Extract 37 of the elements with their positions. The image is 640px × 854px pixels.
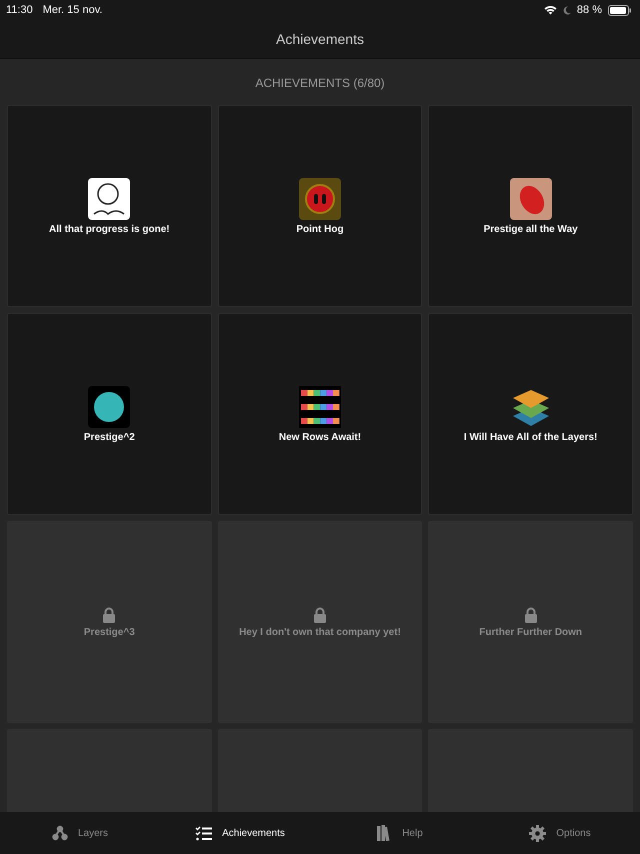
wifi-icon	[544, 5, 557, 15]
achievement-card[interactable]: New Rows Await!	[218, 313, 422, 515]
achievement-card[interactable]: All that progress is gone!	[7, 105, 212, 307]
achievement-title: I Will Have All of the Layers!	[464, 432, 598, 442]
moon-icon	[562, 6, 571, 14]
achievement-title: Prestige^2	[84, 432, 135, 442]
status-time: 11:30	[6, 4, 33, 16]
achievement-title: Prestige^3	[84, 626, 135, 638]
lock-icon	[524, 606, 538, 622]
battery-percent: 88 %	[576, 4, 602, 16]
checklist-icon	[195, 826, 212, 840]
lock-icon	[312, 606, 327, 622]
achievement-card[interactable]: Prestige all the Way	[428, 105, 633, 307]
achievement-card[interactable]: Further Further Down	[428, 521, 633, 723]
achievement-card[interactable]: I Will Have All of the Layers!	[428, 313, 633, 515]
settings-icon	[529, 824, 546, 842]
achievement-title: Prestige all the Way	[484, 224, 578, 234]
section-title: ACHIEVEMENTS (6/80)	[254, 75, 386, 92]
achievement-card[interactable]: Prestige^2	[7, 313, 212, 515]
battery-icon	[608, 4, 632, 16]
tab[interactable]: Help	[320, 812, 480, 854]
achievement-title: Hey I don't own that company yet!	[239, 626, 401, 638]
achievement-card[interactable]: Point Hog	[218, 105, 422, 307]
tab[interactable]: Layers	[0, 812, 160, 854]
achievement-title: Further Further Down	[479, 626, 582, 638]
nodes-icon	[52, 825, 68, 841]
status-date: Mer. 15 nov.	[42, 4, 102, 16]
achievement-card[interactable]: Hey I don't own that company yet!	[218, 521, 422, 723]
achievement-card[interactable]: Prestige^3	[7, 521, 212, 723]
header-title: Achievements	[276, 31, 364, 47]
tab[interactable]: Achievements	[160, 812, 320, 854]
tab[interactable]: Options	[480, 812, 640, 854]
achievement-title: All that progress is gone!	[49, 224, 170, 234]
achievement-title: New Rows Await!	[278, 432, 362, 442]
achievement-title: Point Hog	[296, 224, 344, 234]
lock-icon	[102, 606, 116, 622]
books-icon	[377, 825, 392, 841]
